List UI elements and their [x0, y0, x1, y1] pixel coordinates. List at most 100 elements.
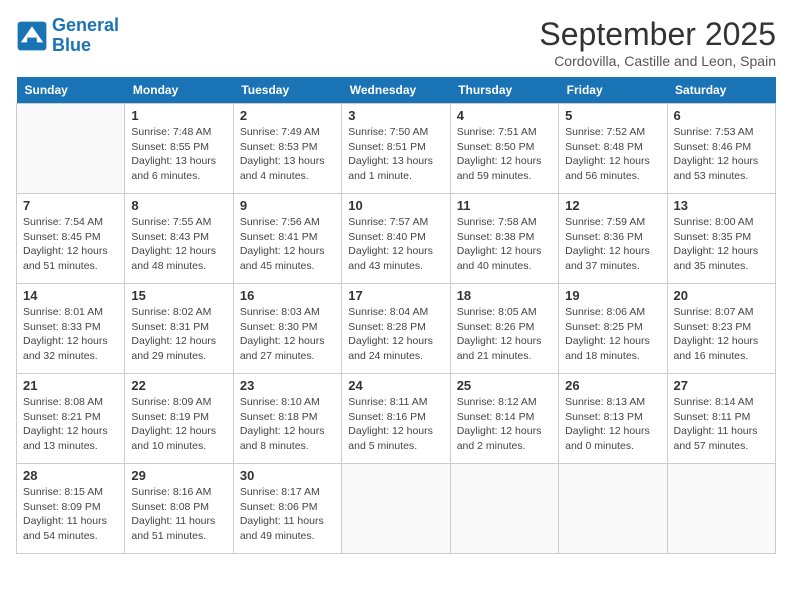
weekday-header-wednesday: Wednesday	[342, 77, 450, 104]
day-number: 19	[565, 288, 660, 303]
day-number: 14	[23, 288, 118, 303]
day-number: 21	[23, 378, 118, 393]
day-number: 8	[131, 198, 226, 213]
day-number: 3	[348, 108, 443, 123]
day-number: 20	[674, 288, 769, 303]
day-info: Sunrise: 8:04 AM Sunset: 8:28 PM Dayligh…	[348, 305, 443, 364]
month-title: September 2025	[539, 16, 776, 53]
calendar-cell: 6 Sunrise: 7:53 AM Sunset: 8:46 PM Daylig…	[667, 104, 775, 194]
day-info: Sunrise: 8:00 AM Sunset: 8:35 PM Dayligh…	[674, 215, 769, 274]
day-info: Sunrise: 8:17 AM Sunset: 8:06 PM Dayligh…	[240, 485, 335, 544]
weekday-header-thursday: Thursday	[450, 77, 558, 104]
day-info: Sunrise: 7:52 AM Sunset: 8:48 PM Dayligh…	[565, 125, 660, 184]
calendar-cell: 10 Sunrise: 7:57 AM Sunset: 8:40 PM Dayli…	[342, 194, 450, 284]
day-number: 9	[240, 198, 335, 213]
calendar-cell: 30 Sunrise: 8:17 AM Sunset: 8:06 PM Dayli…	[233, 464, 341, 554]
day-number: 25	[457, 378, 552, 393]
calendar-cell: 20 Sunrise: 8:07 AM Sunset: 8:23 PM Dayli…	[667, 284, 775, 374]
day-number: 15	[131, 288, 226, 303]
weekday-header-friday: Friday	[559, 77, 667, 104]
day-info: Sunrise: 8:08 AM Sunset: 8:21 PM Dayligh…	[23, 395, 118, 454]
calendar-cell	[342, 464, 450, 554]
logo: General Blue	[16, 16, 119, 56]
day-number: 23	[240, 378, 335, 393]
day-number: 4	[457, 108, 552, 123]
day-info: Sunrise: 8:16 AM Sunset: 8:08 PM Dayligh…	[131, 485, 226, 544]
calendar-cell: 15 Sunrise: 8:02 AM Sunset: 8:31 PM Dayli…	[125, 284, 233, 374]
calendar-cell	[17, 104, 125, 194]
title-block: September 2025 Cordovilla, Castille and …	[539, 16, 776, 69]
day-info: Sunrise: 8:11 AM Sunset: 8:16 PM Dayligh…	[348, 395, 443, 454]
day-number: 27	[674, 378, 769, 393]
day-number: 7	[23, 198, 118, 213]
day-info: Sunrise: 8:06 AM Sunset: 8:25 PM Dayligh…	[565, 305, 660, 364]
calendar-cell: 3 Sunrise: 7:50 AM Sunset: 8:51 PM Daylig…	[342, 104, 450, 194]
calendar-cell: 13 Sunrise: 8:00 AM Sunset: 8:35 PM Dayli…	[667, 194, 775, 284]
calendar-week-3: 14 Sunrise: 8:01 AM Sunset: 8:33 PM Dayli…	[17, 284, 776, 374]
logo-icon	[16, 20, 48, 52]
day-number: 16	[240, 288, 335, 303]
day-number: 5	[565, 108, 660, 123]
day-number: 28	[23, 468, 118, 483]
day-info: Sunrise: 7:55 AM Sunset: 8:43 PM Dayligh…	[131, 215, 226, 274]
day-info: Sunrise: 7:58 AM Sunset: 8:38 PM Dayligh…	[457, 215, 552, 274]
day-info: Sunrise: 8:07 AM Sunset: 8:23 PM Dayligh…	[674, 305, 769, 364]
calendar-cell: 4 Sunrise: 7:51 AM Sunset: 8:50 PM Daylig…	[450, 104, 558, 194]
day-info: Sunrise: 8:03 AM Sunset: 8:30 PM Dayligh…	[240, 305, 335, 364]
calendar-cell: 11 Sunrise: 7:58 AM Sunset: 8:38 PM Dayli…	[450, 194, 558, 284]
calendar-cell: 26Sunrise: 8:13 AM Sunset: 8:13 PM Dayli…	[559, 374, 667, 464]
logo-line1: General	[52, 15, 119, 35]
day-info: Sunrise: 7:48 AM Sunset: 8:55 PM Dayligh…	[131, 125, 226, 184]
day-info: Sunrise: 7:49 AM Sunset: 8:53 PM Dayligh…	[240, 125, 335, 184]
calendar-cell: 17 Sunrise: 8:04 AM Sunset: 8:28 PM Dayli…	[342, 284, 450, 374]
logo-line2: Blue	[52, 35, 91, 55]
day-info: Sunrise: 8:02 AM Sunset: 8:31 PM Dayligh…	[131, 305, 226, 364]
day-number: 29	[131, 468, 226, 483]
day-info: Sunrise: 7:50 AM Sunset: 8:51 PM Dayligh…	[348, 125, 443, 184]
calendar-cell: 24 Sunrise: 8:11 AM Sunset: 8:16 PM Dayli…	[342, 374, 450, 464]
day-info: Sunrise: 7:53 AM Sunset: 8:46 PM Dayligh…	[674, 125, 769, 184]
calendar-cell: 5 Sunrise: 7:52 AM Sunset: 8:48 PM Daylig…	[559, 104, 667, 194]
calendar-cell: 23Sunrise: 8:10 AM Sunset: 8:18 PM Dayli…	[233, 374, 341, 464]
day-number: 12	[565, 198, 660, 213]
calendar-cell: 19 Sunrise: 8:06 AM Sunset: 8:25 PM Dayli…	[559, 284, 667, 374]
day-number: 30	[240, 468, 335, 483]
day-info: Sunrise: 8:12 AM Sunset: 8:14 PM Dayligh…	[457, 395, 552, 454]
calendar-cell	[450, 464, 558, 554]
day-number: 6	[674, 108, 769, 123]
calendar-cell: 28 Sunrise: 8:15 AM Sunset: 8:09 PM Dayli…	[17, 464, 125, 554]
day-info: Sunrise: 8:05 AM Sunset: 8:26 PM Dayligh…	[457, 305, 552, 364]
day-info: Sunrise: 7:54 AM Sunset: 8:45 PM Dayligh…	[23, 215, 118, 274]
calendar-cell: 9Sunrise: 7:56 AM Sunset: 8:41 PM Daylig…	[233, 194, 341, 284]
day-number: 13	[674, 198, 769, 213]
day-number: 17	[348, 288, 443, 303]
weekday-header-sunday: Sunday	[17, 77, 125, 104]
location-subtitle: Cordovilla, Castille and Leon, Spain	[539, 53, 776, 69]
calendar-cell: 14 Sunrise: 8:01 AM Sunset: 8:33 PM Dayli…	[17, 284, 125, 374]
calendar-cell: 12 Sunrise: 7:59 AM Sunset: 8:36 PM Dayli…	[559, 194, 667, 284]
day-info: Sunrise: 8:09 AM Sunset: 8:19 PM Dayligh…	[131, 395, 226, 454]
weekday-header-tuesday: Tuesday	[233, 77, 341, 104]
day-number: 22	[131, 378, 226, 393]
weekday-header-monday: Monday	[125, 77, 233, 104]
day-info: Sunrise: 7:51 AM Sunset: 8:50 PM Dayligh…	[457, 125, 552, 184]
calendar-week-4: 21 Sunrise: 8:08 AM Sunset: 8:21 PM Dayli…	[17, 374, 776, 464]
day-number: 11	[457, 198, 552, 213]
day-number: 26	[565, 378, 660, 393]
calendar-cell	[667, 464, 775, 554]
calendar-cell: 22 Sunrise: 8:09 AM Sunset: 8:19 PM Dayli…	[125, 374, 233, 464]
day-number: 24	[348, 378, 443, 393]
calendar-cell: 25 Sunrise: 8:12 AM Sunset: 8:14 PM Dayli…	[450, 374, 558, 464]
calendar-cell: 21 Sunrise: 8:08 AM Sunset: 8:21 PM Dayli…	[17, 374, 125, 464]
calendar-cell	[559, 464, 667, 554]
day-info: Sunrise: 7:59 AM Sunset: 8:36 PM Dayligh…	[565, 215, 660, 274]
day-number: 10	[348, 198, 443, 213]
day-info: Sunrise: 8:15 AM Sunset: 8:09 PM Dayligh…	[23, 485, 118, 544]
header: General Blue September 2025 Cordovilla, …	[16, 16, 776, 69]
weekday-header-saturday: Saturday	[667, 77, 775, 104]
day-info: Sunrise: 7:57 AM Sunset: 8:40 PM Dayligh…	[348, 215, 443, 274]
calendar-cell: 2Sunrise: 7:49 AM Sunset: 8:53 PM Daylig…	[233, 104, 341, 194]
day-info: Sunrise: 8:14 AM Sunset: 8:11 PM Dayligh…	[674, 395, 769, 454]
logo-text: General Blue	[52, 16, 119, 56]
day-info: Sunrise: 8:01 AM Sunset: 8:33 PM Dayligh…	[23, 305, 118, 364]
